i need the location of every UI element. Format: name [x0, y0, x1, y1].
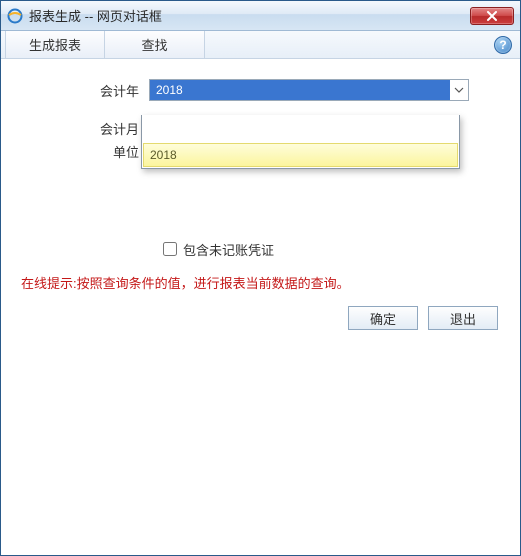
button-row: 确定 退出 — [19, 306, 502, 330]
label-year: 会计年 — [19, 81, 149, 100]
row-year: 会计年 2018 — [19, 79, 502, 101]
ok-button[interactable]: 确定 — [348, 306, 418, 330]
combo-year[interactable]: 2018 — [149, 79, 469, 101]
label-month: 会计月 — [19, 119, 149, 138]
year-dropdown: 2018 — [141, 115, 460, 169]
search-button[interactable]: 查找 — [105, 31, 205, 58]
window-title: 报表生成 -- 网页对话框 — [29, 6, 470, 25]
include-unposted-label: 包含未记账凭证 — [183, 240, 274, 259]
dropdown-option-2018[interactable]: 2018 — [143, 143, 458, 167]
online-tip: 在线提示:按照查询条件的值，进行报表当前数据的查询。 — [21, 273, 502, 292]
combo-year-value: 2018 — [150, 80, 450, 100]
content-area: 会计年 2018 会计月 单位 2018 包含未记账凭证 在线提示:按照查询条件… — [1, 59, 520, 555]
include-unposted-checkbox[interactable] — [163, 242, 177, 256]
generate-report-button[interactable]: 生成报表 — [5, 31, 105, 58]
row-include-unposted: 包含未记账凭证 — [159, 239, 502, 259]
chevron-down-icon — [450, 87, 468, 93]
label-unit: 单位 — [19, 142, 149, 161]
ie-icon — [7, 8, 23, 24]
close-button[interactable] — [470, 7, 514, 25]
exit-button[interactable]: 退出 — [428, 306, 498, 330]
dropdown-blank-option[interactable] — [142, 115, 459, 143]
toolbar: 生成报表 查找 ? — [1, 31, 520, 59]
close-icon — [486, 11, 498, 21]
titlebar: 报表生成 -- 网页对话框 — [1, 1, 520, 31]
help-icon[interactable]: ? — [494, 36, 512, 54]
dialog-window: 报表生成 -- 网页对话框 生成报表 查找 ? 会计年 2018 会计月 单 — [0, 0, 521, 556]
